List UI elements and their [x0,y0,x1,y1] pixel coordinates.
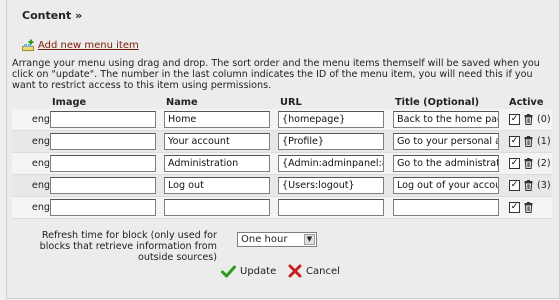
image-field[interactable] [50,177,156,194]
row-language: eng [12,196,50,219]
name-field[interactable]: Log out [164,177,270,194]
image-field[interactable] [50,155,156,172]
cross-icon [288,264,302,278]
url-field[interactable]: {Users:logout} [278,177,384,194]
title-field[interactable]: Log out of your account [393,177,499,194]
url-field[interactable] [278,199,384,216]
active-checkbox[interactable]: ✓ [509,114,520,125]
trash-icon[interactable] [524,180,533,191]
cancel-label: Cancel [306,265,340,277]
section-title: Content » [22,9,83,22]
item-id: (3) [537,180,551,191]
add-menu-icon [22,39,34,51]
row-language: eng [12,152,50,175]
add-menu-item-label: Add new menu item [38,40,139,51]
table-row[interactable]: eng Your account {Profile} Go to your pe… [12,130,552,153]
url-field[interactable]: {homepage} [278,111,384,128]
refresh-time-label: Refresh time for block (only used for bl… [39,230,217,263]
refresh-time-select[interactable]: One hour ▼ [237,232,317,247]
table-row[interactable]: eng ✓ [12,196,552,219]
row-language: eng [12,109,50,131]
name-field[interactable]: Your account [164,133,270,150]
active-checkbox[interactable]: ✓ [509,202,520,213]
item-id: (0) [537,114,551,125]
image-field[interactable] [50,133,156,150]
url-field[interactable]: {Profile} [278,133,384,150]
update-button[interactable]: Update [221,263,276,279]
title-field[interactable]: Go to your personal account [393,133,499,150]
name-field[interactable] [164,199,270,216]
header-url: URL [280,97,302,108]
name-field[interactable]: Administration [164,155,270,172]
name-field[interactable]: Home [164,111,270,128]
title-field[interactable]: Back to the home page [393,111,499,128]
table-row[interactable]: eng Administration {Admin:adminpanel:a G… [12,152,552,175]
chevron-down-icon: ▼ [304,234,315,245]
refresh-time-value: One hour [241,234,288,245]
item-id: (2) [537,158,551,169]
header-active: Active [509,97,544,108]
instructions-text: Arrange your menu using drag and drop. T… [12,58,540,91]
header-name: Name [166,97,198,108]
menu-items-table: Image Name URL Title (Optional) Active e… [12,96,552,219]
active-checkbox[interactable]: ✓ [509,136,520,147]
header-image: Image [52,97,87,108]
table-row[interactable]: eng Home {homepage} Back to the home pag… [12,109,552,131]
item-id: (1) [537,136,551,147]
url-field[interactable]: {Admin:adminpanel:a [278,155,384,172]
add-menu-item-link[interactable]: Add new menu item [22,38,139,52]
active-checkbox[interactable]: ✓ [509,180,520,191]
update-label: Update [240,265,277,277]
title-field[interactable] [393,199,499,216]
image-field[interactable] [50,111,156,128]
trash-icon[interactable] [524,114,533,125]
trash-icon[interactable] [524,136,533,147]
image-field[interactable] [50,199,156,216]
cancel-button[interactable]: Cancel [288,263,340,279]
trash-icon[interactable] [524,158,533,169]
active-checkbox[interactable]: ✓ [509,158,520,169]
trash-icon[interactable] [524,202,533,213]
table-row[interactable]: eng Log out {Users:logout} Log out of yo… [12,174,552,197]
row-language: eng [12,174,50,197]
title-field[interactable]: Go to the administration [393,155,499,172]
row-language: eng [12,130,50,153]
checkmark-icon [221,265,236,277]
header-title: Title (Optional) [395,97,480,108]
